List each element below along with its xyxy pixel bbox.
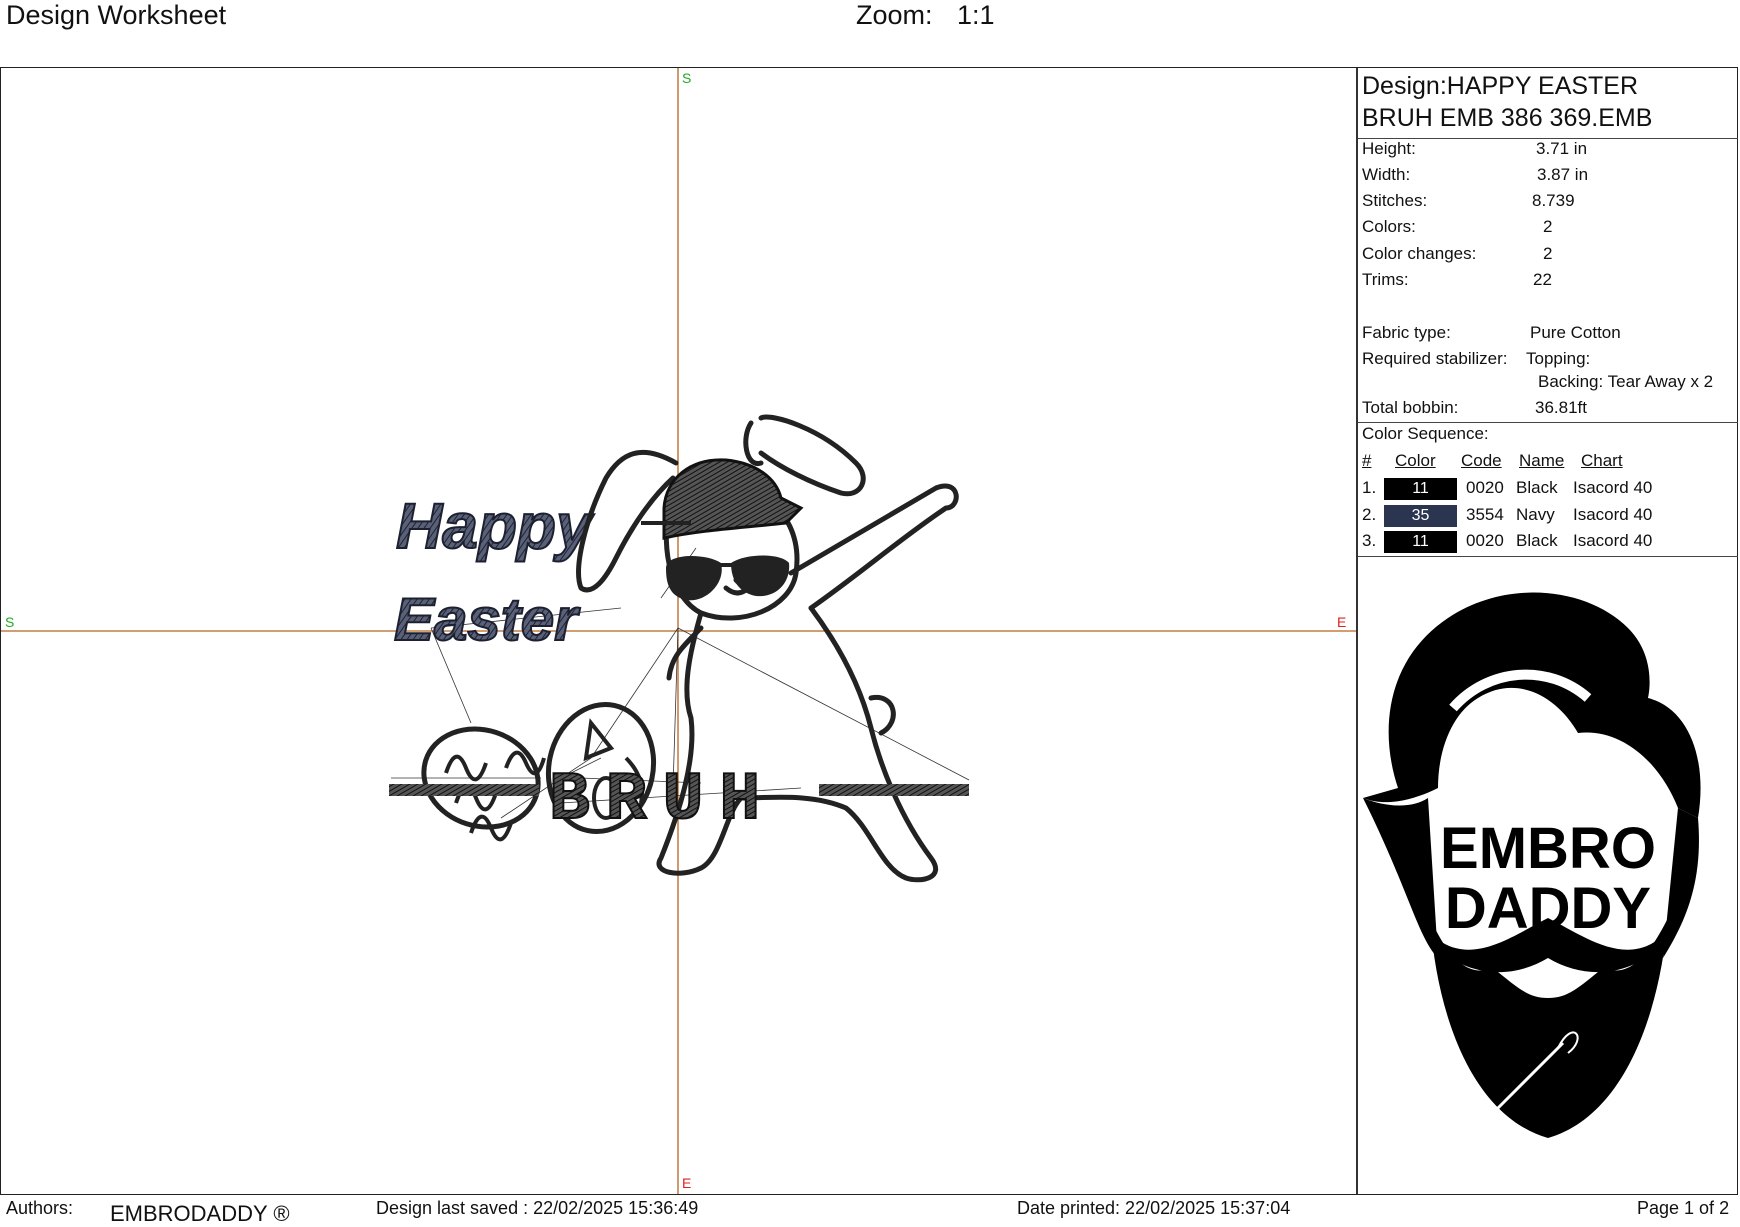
color-swatch: 11 [1384,531,1457,553]
zoom-value: 1:1 [957,0,995,30]
color-swatch: 11 [1384,478,1457,500]
zoom-label: Zoom: [856,0,933,30]
axis-marker-top: S [682,70,691,86]
date-printed: Date printed: 22/02/2025 15:37:04 [1017,1198,1291,1218]
authors-label: Authors: [6,1198,74,1218]
design-preview: S S E E Happy Easter BRUH [1,68,1356,1194]
artwork-text-bruh: BRUH [549,762,776,839]
seq-header-color: Color [1395,451,1436,470]
design-name-line2: BRUH EMB 386 369.EMB [1362,104,1653,132]
bunny-sunglasses [666,555,790,601]
authors-value: EMBRODADDY ® [110,1201,290,1226]
logo-text-embro: EMBRO [1440,816,1656,881]
axis-marker-left: S [5,614,14,630]
color-sequence-title: Color Sequence: [1362,424,1489,443]
bunny-cap [641,458,804,540]
artwork-text-happy: Happy [396,490,595,562]
logo-text-daddy: DADDY [1445,876,1651,941]
seq-header-code: Code [1461,451,1502,470]
color-sequence-row: 2. 35 3554 Navy Isacord 40 [1358,503,1738,527]
color-sequence-row: 1. 11 0020 Black Isacord 40 [1358,476,1738,500]
worksheet-footer: Authors: EMBRODADDY ® Design last saved … [0,1195,1740,1227]
axis-marker-right: E [1337,614,1346,630]
axis-marker-bottom: E [682,1175,691,1191]
seq-header-name: Name [1519,451,1565,470]
design-name-line1: Design:HAPPY EASTER [1362,72,1639,100]
page-number: Page 1 of 2 [1637,1198,1730,1218]
divider [1358,422,1738,423]
bearded-man-logo: EMBRO DADDY [1363,592,1701,1138]
last-saved: Design last saved : 22/02/2025 15:36:49 [376,1198,699,1218]
brand-logo: EMBRO DADDY [1358,558,1738,1194]
app-title: Design Worksheet [6,0,227,30]
artwork-text-easter: Easter [394,586,581,653]
design-canvas[interactable]: S S E E Happy Easter BRUH [1,68,1356,1194]
color-sequence-row: 3. 11 0020 Black Isacord 40 [1358,529,1738,553]
divider [1358,556,1738,557]
design-name: Design:HAPPY EASTER BRUH EMB 386 369.EMB [1362,70,1732,134]
worksheet-header: Design Worksheet Zoom: 1:1 [0,0,1740,66]
seq-header-num: # [1362,451,1372,470]
color-swatch: 35 [1384,505,1457,527]
seq-header-chart: Chart [1581,451,1623,470]
design-info-panel: Design:HAPPY EASTER BRUH EMB 386 369.EMB… [1358,68,1738,1194]
